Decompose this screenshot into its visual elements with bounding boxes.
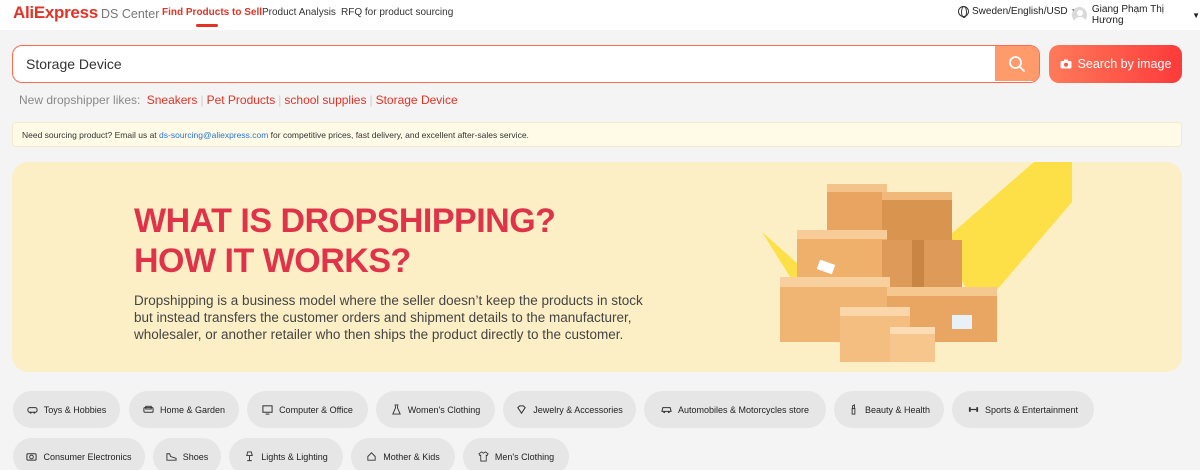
camera-icon (1060, 59, 1072, 69)
notice-text: for competitive prices, fast delivery, a… (268, 130, 529, 140)
category-jewelry-accessories[interactable]: Jewelry & Accessories (503, 391, 636, 428)
camera-icon (26, 453, 38, 461)
search-input[interactable] (26, 46, 986, 81)
category-label: Toys & Hobbies (43, 404, 107, 415)
category-beauty-health[interactable]: Beauty & Health (834, 391, 944, 428)
nav-find-products[interactable]: Find Products to Sell (162, 7, 262, 18)
lamp-icon (246, 451, 254, 462)
aliexpress-logo[interactable]: AliExpress (13, 3, 98, 23)
category-computer-office[interactable]: Computer & Office (247, 391, 368, 428)
banner-subtitle: HOW IT WORKS? (134, 242, 411, 280)
top-navigation-bar: AliExpress DS Center Find Products to Se… (0, 0, 1200, 30)
category-automobiles-motorcycles[interactable]: Automobiles & Motorcycles store (644, 391, 826, 428)
category-consumer-electronics[interactable]: Consumer Electronics (13, 438, 145, 470)
popular-searches-label: New dropshipper likes: (19, 93, 141, 107)
globe-icon (958, 6, 969, 18)
category-label: Lights & Lighting (261, 451, 328, 462)
user-menu[interactable]: Giang Phạm Thị Hương ▼ (1072, 4, 1200, 26)
search-by-image-button[interactable]: Search by image (1049, 45, 1182, 83)
sofa-icon (143, 405, 154, 413)
search-icon (1009, 55, 1025, 72)
dress-icon (391, 404, 401, 415)
category-label: Men's Clothing (494, 451, 555, 462)
category-womens-clothing[interactable]: Women's Clothing (376, 391, 495, 428)
sourcing-email-link[interactable]: ds-sourcing@aliexpress.com (159, 130, 268, 140)
active-tab-indicator (196, 24, 218, 27)
car-icon (661, 407, 672, 414)
shoe-icon (166, 453, 177, 461)
category-shoes[interactable]: Shoes (153, 438, 221, 470)
popular-search-link[interactable]: Pet Products (207, 93, 276, 107)
locale-label: Sweden/English/USD (972, 6, 1068, 17)
category-label: Consumer Electronics (43, 451, 132, 462)
category-label: Home & Garden (159, 404, 226, 415)
boxes-illustration (762, 162, 1072, 362)
dumbbell-icon (968, 407, 979, 412)
locale-selector[interactable]: Sweden/English/USD ▼ (958, 6, 1079, 18)
gem-icon (517, 405, 527, 415)
user-name: Giang Phạm Thị Hương (1091, 4, 1164, 26)
category-mother-kids[interactable]: Mother & Kids (351, 438, 455, 470)
category-label: Jewelry & Accessories (533, 404, 623, 415)
chevron-down-icon: ▼ (1192, 10, 1200, 20)
baby-icon (367, 452, 376, 461)
sourcing-notice: Need sourcing product? Email us at ds-so… (12, 122, 1182, 147)
nav-product-analysis[interactable]: Product Analysis (262, 7, 336, 18)
banner-description: Dropshipping is a business model where t… (134, 293, 643, 342)
banner-title: WHAT IS DROPSHIPPING? (134, 202, 556, 240)
avatar (1072, 7, 1087, 23)
category-label: Sports & Entertainment (984, 404, 1079, 415)
category-label: Beauty & Health (864, 404, 931, 415)
monitor-icon (262, 405, 273, 415)
lipstick-icon (851, 404, 856, 415)
category-label: Computer & Office (279, 404, 353, 415)
dropshipping-banner[interactable]: WHAT IS DROPSHIPPING? HOW IT WORKS? Drop… (12, 162, 1182, 372)
category-sports-entertainment[interactable]: Sports & Entertainment (952, 391, 1094, 428)
category-label: Automobiles & Motorcycles store (677, 404, 810, 415)
category-lights-lighting[interactable]: Lights & Lighting (229, 438, 343, 470)
category-label: Mother & Kids (383, 451, 440, 462)
popular-search-link[interactable]: Storage Device (376, 93, 458, 107)
category-label: Shoes (182, 451, 209, 462)
category-home-garden[interactable]: Home & Garden (129, 391, 239, 428)
popular-search-link[interactable]: Sneakers (147, 93, 198, 107)
car-toy-icon (27, 407, 38, 414)
search-box (12, 45, 1040, 83)
nav-rfq[interactable]: RFQ for product sourcing (341, 7, 453, 18)
category-toys-hobbies[interactable]: Toys & Hobbies (13, 391, 120, 428)
category-mens-clothing[interactable]: Men's Clothing (463, 438, 569, 470)
search-by-image-label: Search by image (1077, 57, 1172, 71)
ds-center-label: DS Center (101, 7, 160, 21)
shirt-icon (478, 451, 489, 462)
popular-search-link[interactable]: school supplies (284, 93, 366, 107)
popular-searches: New dropshipper likes: Sneakers | Pet Prod… (19, 93, 458, 107)
category-label: Women's Clothing (407, 404, 481, 415)
notice-text: Need sourcing product? Email us at (22, 130, 160, 140)
search-button[interactable] (995, 46, 1039, 81)
